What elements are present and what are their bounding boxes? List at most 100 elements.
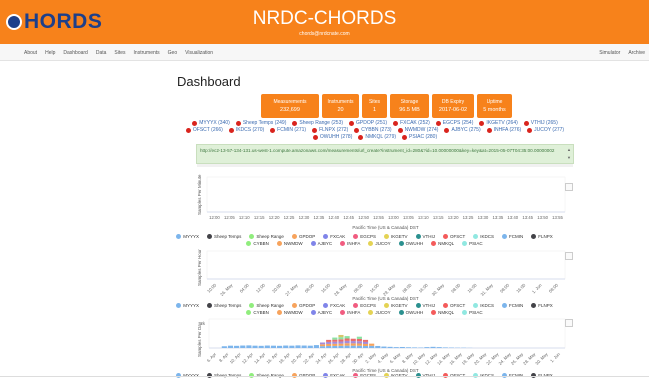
horizontal-scrollbar[interactable]	[197, 164, 573, 167]
nav-item-simulator[interactable]: Simulator	[599, 50, 620, 56]
bar-segment[interactable]	[356, 343, 362, 346]
instrument-link[interactable]: VTHIJ (265)	[523, 120, 558, 126]
bar-segment[interactable]	[264, 345, 270, 348]
legend-item-gpdop[interactable]: GPDOP	[291, 303, 315, 308]
nav-item-data[interactable]: Data	[96, 50, 107, 56]
bar-segment[interactable]	[227, 345, 234, 348]
bar-segment[interactable]	[338, 339, 344, 342]
bar-segment[interactable]	[405, 347, 412, 348]
bar-segment[interactable]	[350, 345, 356, 348]
chart3-menu-icon[interactable]	[565, 319, 573, 327]
legend-item-inhfa[interactable]: INHFA	[340, 310, 360, 315]
legend-item-nwmdw[interactable]: NWMDW	[276, 310, 303, 315]
legend-item-ikgetv[interactable]: IKGETV	[383, 303, 408, 308]
chart1-menu-icon[interactable]	[565, 183, 573, 191]
instrument-link[interactable]: CYBBN (273)	[354, 127, 392, 133]
legend-item-egcps[interactable]: EGCPS	[353, 234, 376, 239]
bar-segment[interactable]	[332, 339, 338, 342]
bar-segment[interactable]	[369, 343, 375, 346]
bar-segment[interactable]	[295, 345, 301, 348]
bar-segment[interactable]	[338, 341, 344, 344]
bar-segment[interactable]	[387, 346, 393, 348]
bar-segment[interactable]	[356, 336, 362, 339]
legend-item-owuhh[interactable]: OWUHH	[398, 241, 423, 246]
legend-item-ikgetv[interactable]: IKGETV	[383, 234, 408, 239]
bar-segment[interactable]	[326, 343, 332, 346]
bar-segment[interactable]	[338, 334, 344, 338]
legend-item-sheep-temps[interactable]: Sheep Temps	[206, 303, 241, 308]
bar-segment[interactable]	[375, 345, 381, 348]
legend-item-nmkql[interactable]: NMKQL	[431, 310, 454, 315]
legend-item-psiac[interactable]: PSIAC	[462, 310, 483, 315]
bar-segment[interactable]	[344, 345, 350, 348]
nav-item-geo[interactable]: Geo	[168, 50, 177, 56]
bar-segment[interactable]	[356, 345, 362, 348]
bar-segment[interactable]	[436, 347, 442, 348]
bar-segment[interactable]	[362, 345, 369, 348]
bar-segment[interactable]	[332, 345, 338, 348]
bar-segment[interactable]	[246, 345, 252, 348]
bar-segment[interactable]	[338, 345, 344, 348]
instrument-link[interactable]: IKGETV (264)	[479, 120, 518, 126]
instrument-link[interactable]: Sheep Range (253)	[292, 120, 343, 126]
bar-segment[interactable]	[338, 343, 344, 346]
bar-segment[interactable]	[399, 346, 405, 348]
legend-item-vthij[interactable]: VTHIJ	[415, 234, 435, 239]
legend-item-ikdcs[interactable]: IKDCS	[473, 234, 494, 239]
bar-segment[interactable]	[356, 341, 362, 344]
legend-item-ajbyc[interactable]: AJBYC	[310, 310, 332, 315]
bar-segment[interactable]	[344, 340, 350, 344]
bar-segment[interactable]	[301, 345, 307, 348]
instrument-link[interactable]: INHFA (276)	[486, 127, 521, 133]
legend-item-nwmdw[interactable]: NWMDW	[276, 241, 303, 246]
bar-segment[interactable]	[326, 341, 332, 344]
bar-segment[interactable]	[350, 343, 356, 346]
bar-segment[interactable]	[356, 338, 362, 342]
bar-segment[interactable]	[362, 341, 369, 344]
bar-segment[interactable]	[344, 338, 350, 341]
legend-item-inhfa[interactable]: INHFA	[340, 241, 360, 246]
instrument-link[interactable]: AJBYC (275)	[444, 127, 481, 133]
instrument-link[interactable]: FLNPX (272)	[312, 127, 348, 133]
legend-item-cybbn[interactable]: CYBBN	[246, 310, 269, 315]
bar-segment[interactable]	[430, 346, 436, 348]
bar-segment[interactable]	[307, 345, 313, 348]
nav-item-help[interactable]: Help	[45, 50, 55, 56]
legend-item-ajbyc[interactable]: AJBYC	[310, 241, 332, 246]
instrument-link[interactable]: NMKQL (279)	[358, 134, 396, 140]
bar-segment[interactable]	[332, 343, 338, 346]
bar-segment[interactable]	[350, 338, 356, 342]
bar-segment[interactable]	[350, 341, 356, 344]
legend-item-nmkql[interactable]: NMKQL	[431, 241, 454, 246]
bar-segment[interactable]	[270, 345, 277, 348]
bar-segment[interactable]	[381, 346, 387, 348]
legend-item-fxcak[interactable]: FXCAK	[323, 234, 345, 239]
legend-item-cybbn[interactable]: CYBBN	[246, 241, 269, 246]
scroll-up-icon[interactable]: ▲	[567, 147, 571, 153]
bar-segment[interactable]	[344, 343, 350, 346]
legend-item-myyyx[interactable]: MYYYX	[176, 303, 199, 308]
bar-segment[interactable]	[313, 345, 319, 348]
legend-item-fcmin[interactable]: FCMIN	[502, 303, 523, 308]
instrument-link[interactable]: FCMIN (271)	[270, 127, 306, 133]
bar-segment[interactable]	[362, 339, 369, 342]
bar-segment[interactable]	[240, 345, 246, 348]
bar-segment[interactable]	[393, 347, 399, 348]
url-box[interactable]: http://ec2-13-57-134-131.us-west-1.compu…	[196, 144, 574, 167]
bar-segment[interactable]	[344, 336, 350, 339]
legend-item-ofsct[interactable]: OFSCT	[443, 303, 465, 308]
instrument-link[interactable]: OWUHH (278)	[312, 134, 352, 140]
nav-item-about[interactable]: About	[24, 50, 37, 56]
instrument-link[interactable]: GPDOP (251)	[349, 120, 387, 126]
nav-item-sites[interactable]: Sites	[114, 50, 125, 56]
bar-segment[interactable]	[332, 337, 338, 340]
instrument-link[interactable]: JUCOY (277)	[527, 127, 564, 133]
bar-segment[interactable]	[326, 345, 332, 348]
legend-item-sheep-temps[interactable]: Sheep Temps	[206, 234, 241, 239]
legend-item-psiac[interactable]: PSIAC	[462, 241, 483, 246]
bar-segment[interactable]	[277, 345, 283, 348]
bar-segment[interactable]	[252, 345, 258, 348]
legend-item-sheep-range[interactable]: Sheep Range	[249, 303, 284, 308]
legend-item-ikdcs[interactable]: IKDCS	[473, 303, 494, 308]
legend-item-sheep-range[interactable]: Sheep Range	[249, 234, 284, 239]
